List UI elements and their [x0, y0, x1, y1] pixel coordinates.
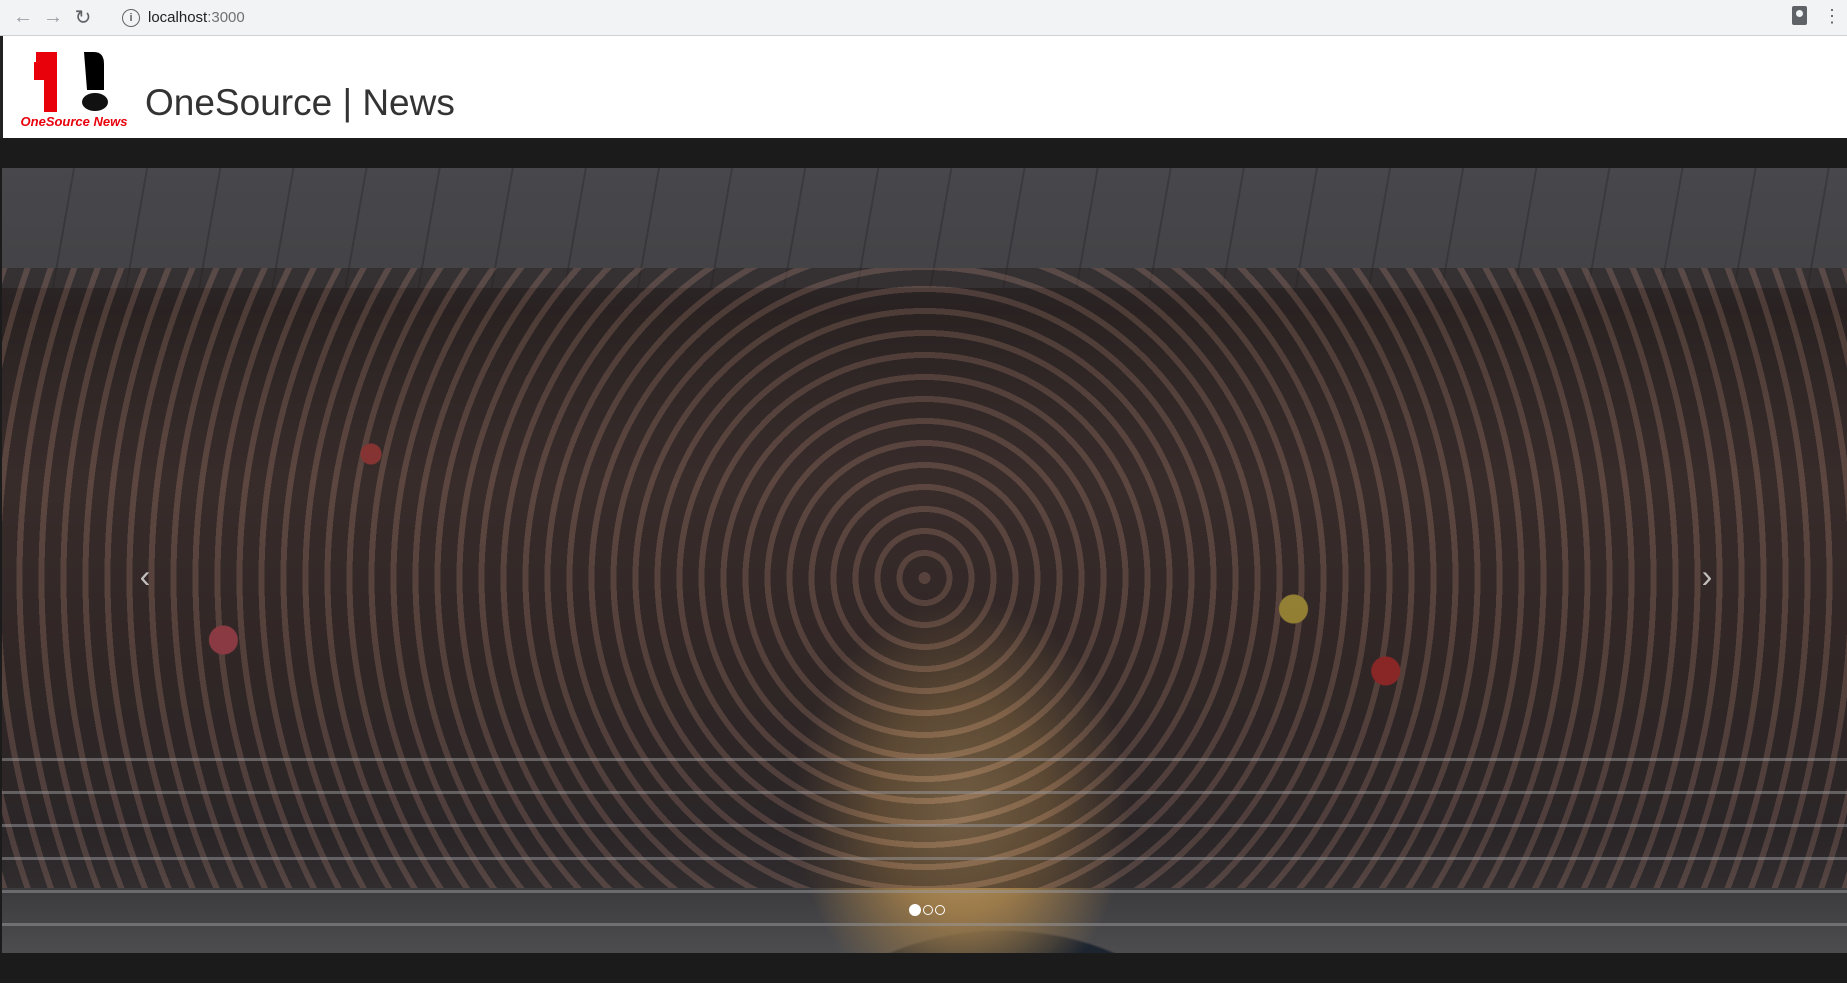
reload-icon[interactable]: ↻	[68, 5, 98, 30]
url-host: localhost	[148, 9, 208, 26]
carousel-dot-3[interactable]	[935, 905, 945, 915]
site-header: OneSource News OneSource | News	[0, 36, 1847, 138]
hero-carousel[interactable]: ‹ ›	[2, 168, 1847, 953]
carousel-dot-1[interactable]	[909, 904, 921, 916]
address-bar[interactable]: i localhost:3000	[110, 4, 1687, 31]
carousel-indicators	[909, 904, 945, 916]
back-icon[interactable]: ←	[8, 6, 38, 29]
profile-icon[interactable]	[1792, 6, 1807, 25]
info-icon[interactable]: i	[122, 8, 140, 27]
carousel-dot-2[interactable]	[923, 905, 933, 915]
carousel-prev-icon[interactable]: ‹	[130, 558, 160, 595]
browser-toolbar: ← → ↻ i localhost:3000 ⋮	[0, 0, 1847, 36]
page-title: OneSource | News	[145, 82, 455, 123]
svg-text:OneSource News: OneSource News	[21, 114, 128, 127]
menu-icon[interactable]: ⋮	[1823, 7, 1841, 25]
url-port: :3000	[207, 9, 245, 26]
logo[interactable]: OneSource News	[12, 52, 137, 127]
forward-icon[interactable]: →	[38, 6, 68, 29]
slide-image-railing	[2, 728, 1847, 928]
carousel-next-icon[interactable]: ›	[1692, 558, 1722, 595]
